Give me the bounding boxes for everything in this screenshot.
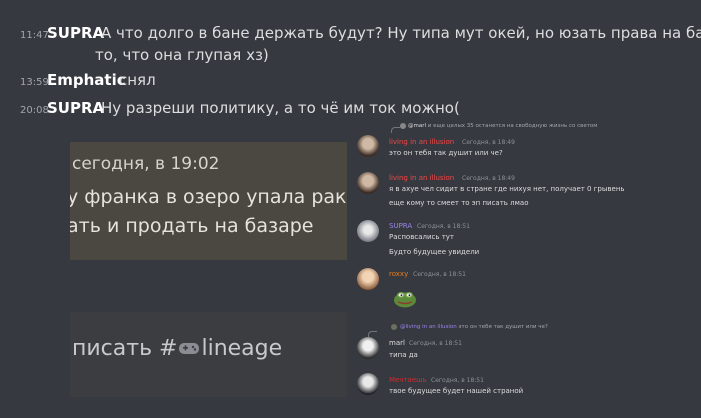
timestamp: Сегодня, в 18:51 <box>409 340 462 347</box>
message: 20:08 SUPRA Ну разреши политику, а то чё… <box>0 97 701 119</box>
avatar <box>391 324 397 330</box>
message-text: я в ахуе чел сидит в стране где нихуя не… <box>389 185 625 193</box>
reply-author: @living in an illusion <box>400 324 457 330</box>
message-text: твое будущее будет нашей страной <box>389 387 524 395</box>
reply-text: это он тебя так душит или че? <box>458 324 548 330</box>
embed-time: сегодня, в 19:02 <box>72 154 220 174</box>
discord-screenshot: @marl и еще целых 35 останется на свобод… <box>347 118 701 408</box>
message-author[interactable]: marl <box>389 339 405 347</box>
message-text: Ну разреши политику, а то чё им ток можн… <box>101 99 460 117</box>
reply-preview: @living in an illusion это он тебя так д… <box>400 324 548 330</box>
message-author[interactable]: roxxy <box>389 270 408 278</box>
avatar <box>400 123 406 129</box>
message-author[interactable]: living in an illusion <box>389 138 454 146</box>
avatar[interactable] <box>357 135 379 157</box>
gamepad-icon <box>179 343 200 354</box>
avatar[interactable] <box>357 268 379 290</box>
pepe-frog-sticker-icon <box>394 292 416 308</box>
message-author[interactable]: SUPRA <box>47 22 104 44</box>
avatar[interactable] <box>357 337 379 359</box>
embed-text: ать и продать на базаре <box>70 215 314 237</box>
image-attachment[interactable]: сегодня, в 19:02 у франка в озеро упала … <box>70 142 347 260</box>
timestamp: Сегодня, в 18:49 <box>462 139 515 146</box>
reply-author: @marl <box>408 123 427 129</box>
reply-text: и еще целых 35 останется на свободную жи… <box>427 123 598 129</box>
message-text: Будто будущее увидели <box>389 248 480 256</box>
message-text: Расповсались тут <box>389 233 455 241</box>
message-text: снял <box>119 71 156 89</box>
reply-preview: @marl и еще целых 35 останется на свобод… <box>408 123 597 129</box>
embed-suffix: lineage <box>201 336 283 361</box>
message: 11:47 SUPRA А что долго в бане держать б… <box>0 22 701 66</box>
embed-text: писать # lineage <box>72 336 282 361</box>
message: 13:59 Emphatic снял <box>0 69 701 91</box>
timestamp: Сегодня, в 18:51 <box>431 377 484 384</box>
message-text: то, что она глупая хз) <box>95 46 269 64</box>
message-text: это он тебя так душит или че? <box>389 149 503 157</box>
message-author[interactable]: Emphatic <box>47 69 126 91</box>
message-text: типа да <box>389 351 418 359</box>
avatar[interactable] <box>357 172 379 194</box>
avatar[interactable] <box>357 373 379 395</box>
message-author[interactable]: living in an illusion <box>389 174 454 182</box>
timestamp: 13:59 <box>20 77 49 88</box>
reply-line <box>391 127 400 133</box>
message-author[interactable]: SUPRA <box>389 222 412 230</box>
timestamp: 20:08 <box>20 105 49 116</box>
message-author[interactable]: Мечтаешь <box>389 376 427 384</box>
embed-text: у франка в озеро упала ракет <box>70 186 347 208</box>
image-attachment[interactable]: писать # lineage <box>70 312 347 397</box>
timestamp: 11:47 <box>20 30 49 41</box>
avatar[interactable] <box>357 220 379 242</box>
message-author[interactable]: SUPRA <box>47 97 104 119</box>
timestamp: Сегодня, в 18:49 <box>462 175 515 182</box>
message-text: еще кому то смеет то эп писать лмао <box>389 199 529 207</box>
timestamp: Сегодня, в 18:51 <box>413 271 466 278</box>
embed-prefix: писать # <box>72 336 178 361</box>
timestamp: Сегодня, в 18:51 <box>417 223 470 230</box>
message-text: А что долго в бане держать будут? Ну тип… <box>101 24 701 42</box>
